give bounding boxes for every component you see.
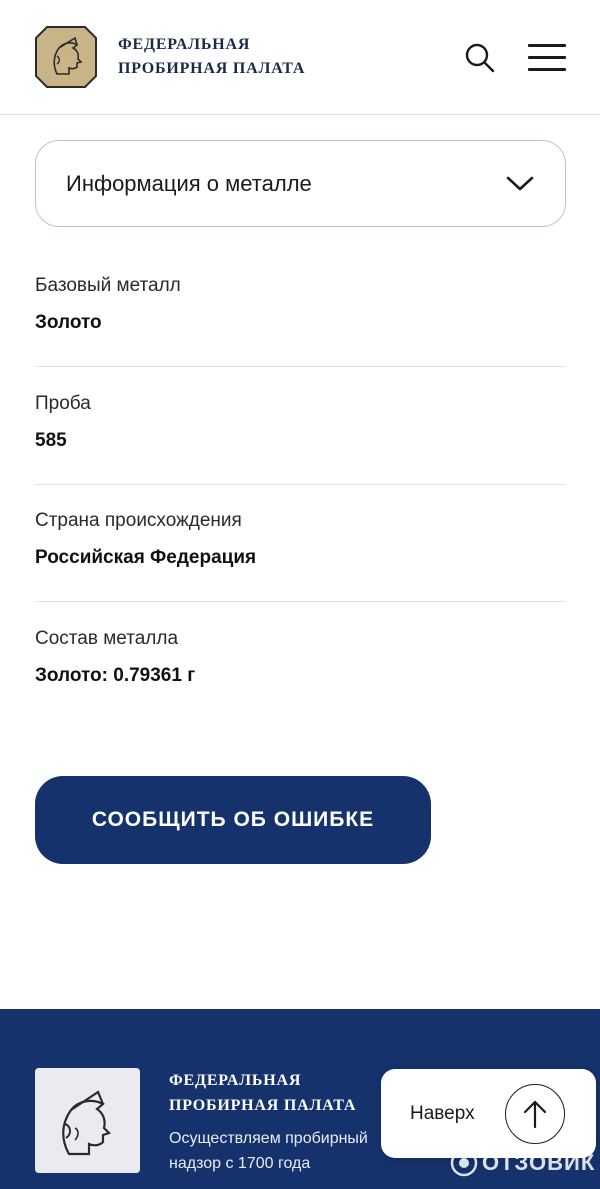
footer-desc-line-1: Осуществляем пробирный bbox=[169, 1130, 368, 1147]
search-button[interactable] bbox=[462, 40, 498, 76]
accordion-label: Информация о металле bbox=[66, 171, 312, 196]
menu-bar bbox=[528, 68, 566, 71]
site-header: ФЕДЕРАЛЬНАЯ ПРОБИРНАЯ ПАЛАТА bbox=[0, 0, 600, 115]
info-row-composition: Состав металла Золото: 0.79361 г bbox=[35, 602, 566, 720]
info-value: Российская Федерация bbox=[35, 547, 257, 568]
scroll-to-top-button[interactable]: Наверх bbox=[381, 1069, 596, 1158]
info-value: Золото bbox=[35, 312, 102, 333]
footer-description: Осуществляем пробирный надзор с 1700 год… bbox=[169, 1126, 389, 1176]
info-label: Проба bbox=[35, 393, 91, 414]
info-row-base-metal: Базовый металл Золото bbox=[35, 249, 566, 367]
search-icon bbox=[465, 43, 495, 73]
footer-brand-line-2: ПРОБИРНАЯ ПАЛАТА bbox=[169, 1097, 357, 1114]
info-label: Базовый металл bbox=[35, 275, 181, 296]
footer-brand-line-1: ФЕДЕРАЛЬНАЯ bbox=[169, 1072, 302, 1089]
arrow-up-icon bbox=[505, 1084, 565, 1144]
brand-line-2: ПРОБИРНАЯ ПАЛАТА bbox=[118, 60, 306, 77]
watermark-text: ОТЗОВИК bbox=[482, 1150, 596, 1175]
info-row-hallmark: Проба 585 bbox=[35, 367, 566, 485]
report-error-button[interactable]: СООБЩИТЬ ОБ ОШИБКЕ bbox=[35, 776, 431, 864]
chevron-down-icon bbox=[506, 176, 534, 191]
otzovik-logo-icon bbox=[450, 1149, 478, 1177]
menu-bar bbox=[528, 44, 566, 47]
footer-desc-line-2: надзор с 1700 года bbox=[169, 1155, 311, 1172]
otzovik-watermark: ОТЗОВИК bbox=[450, 1147, 595, 1179]
info-label: Состав металла bbox=[35, 628, 179, 649]
hamburger-menu-icon[interactable] bbox=[526, 40, 568, 76]
footer-logo-icon[interactable] bbox=[35, 1068, 140, 1173]
info-value: 585 bbox=[35, 430, 67, 451]
info-row-country: Страна происхождения Российская Федераци… bbox=[35, 484, 566, 602]
brand-line-1: ФЕДЕРАЛЬНАЯ bbox=[118, 36, 251, 53]
metal-info-accordion[interactable]: Информация о металле bbox=[35, 140, 566, 227]
scroll-to-top-label: Наверх bbox=[410, 1103, 475, 1124]
footer-brand-name[interactable]: ФЕДЕРАЛЬНАЯ ПРОБИРНАЯ ПАЛАТА bbox=[169, 1068, 356, 1118]
info-label: Страна происхождения bbox=[35, 510, 242, 531]
brand-name[interactable]: ФЕДЕРАЛЬНАЯ ПРОБИРНАЯ ПАЛАТА bbox=[118, 33, 305, 81]
info-value: Золото: 0.79361 г bbox=[35, 665, 196, 686]
menu-bar bbox=[528, 56, 566, 59]
assay-chamber-logo-icon[interactable] bbox=[35, 26, 97, 88]
